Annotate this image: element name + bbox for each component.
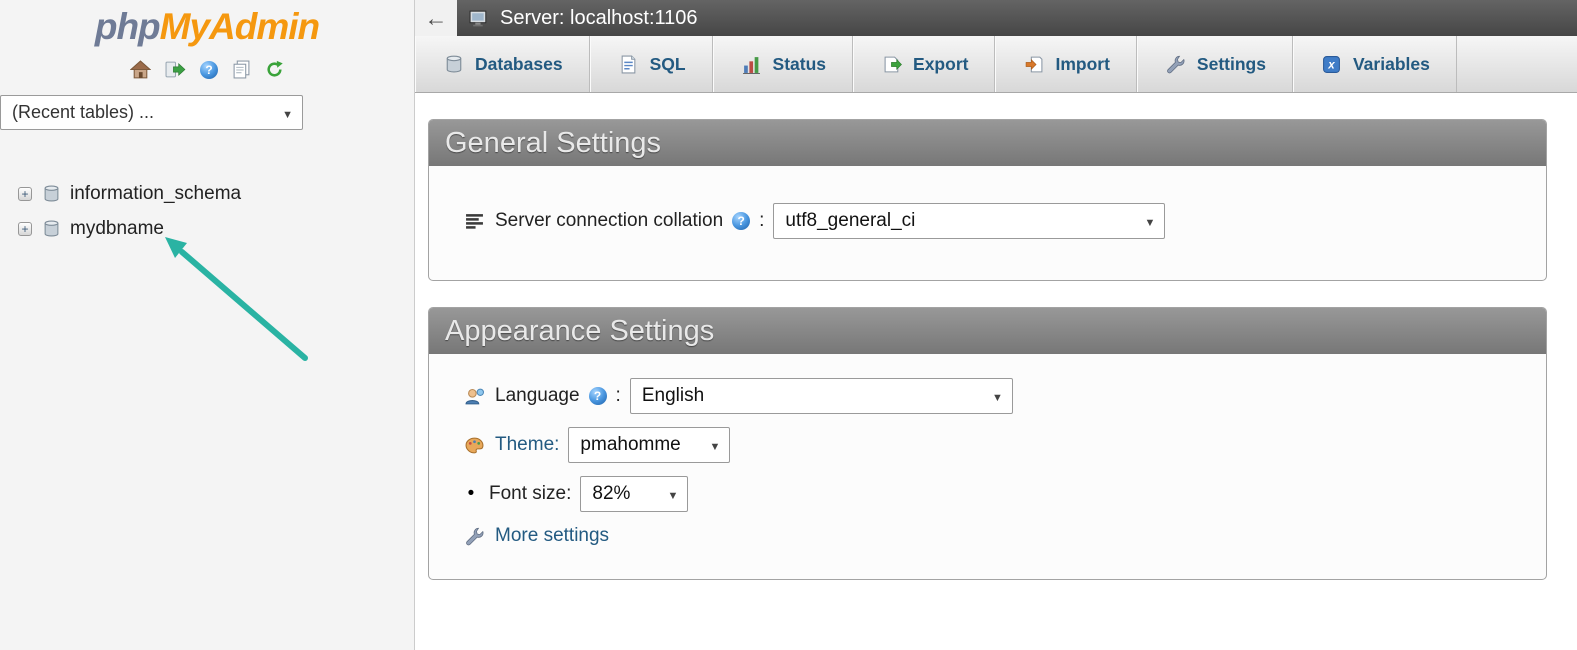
more-settings-link[interactable]: More settings [495, 525, 609, 547]
chevron-down-icon [978, 385, 1003, 407]
help-icon[interactable] [588, 387, 607, 405]
group-title: Appearance Settings [429, 308, 1546, 354]
logout-icon[interactable] [165, 61, 186, 78]
tree-item-mydbname: mydbname [18, 211, 414, 246]
database-tree: information_schema mydbname [18, 176, 414, 246]
theme-row: Theme: pmahomme [462, 427, 1526, 463]
theme-select[interactable]: pmahomme [568, 427, 731, 463]
logo-text-php: php [94, 6, 161, 47]
appearance-settings-group: Appearance Settings Language : [428, 307, 1547, 580]
collation-icon [462, 213, 486, 229]
database-icon [39, 185, 63, 202]
help-icon[interactable] [200, 60, 218, 79]
sidebar-toolbar [0, 60, 414, 79]
wrench-icon [462, 527, 486, 546]
chevron-down-icon [1131, 210, 1156, 232]
variables-icon: x [1320, 55, 1344, 74]
tree-item-label[interactable]: information_schema [70, 183, 241, 205]
sidebar: phpMyAdmin ? (Recent tables) ... ▼ + inf… [0, 0, 415, 650]
recent-tables-select[interactable]: (Recent tables) ... [0, 95, 303, 130]
theme-palette-icon [462, 437, 486, 454]
tab-variables[interactable]: x Variables [1292, 36, 1457, 92]
export-icon [880, 55, 904, 74]
font-size-row: • Font size: 82% [462, 476, 1526, 512]
database-icon [39, 220, 63, 237]
tab-label: Status [772, 53, 827, 74]
refresh-icon[interactable] [265, 60, 284, 79]
tree-item-label[interactable]: mydbname [70, 218, 164, 240]
tab-label: Import [1055, 53, 1110, 74]
server-breadcrumb: Server: localhost:1106 [457, 0, 1577, 36]
import-icon [1022, 55, 1046, 74]
chevron-down-icon [696, 434, 721, 456]
phpmyadmin-logo[interactable]: phpMyAdmin [0, 6, 414, 48]
font-size-value: 82% [592, 483, 631, 504]
collation-select[interactable]: utf8_general_ci [773, 203, 1166, 239]
server-topbar: ← Server: localhost:1106 [415, 0, 1577, 36]
status-chart-icon [740, 55, 764, 74]
tree-item-information-schema: information_schema [18, 176, 414, 211]
language-icon [462, 388, 486, 405]
tab-label: Settings [1196, 53, 1266, 74]
server-icon [467, 10, 491, 27]
back-arrow[interactable]: ← [415, 0, 457, 36]
language-row: Language : English [462, 378, 1526, 414]
font-size-label: Font size: [489, 483, 572, 504]
phpmyadmin-window: phpMyAdmin ? (Recent tables) ... ▼ + inf… [0, 0, 1577, 650]
more-settings-row: More settings [462, 525, 1526, 547]
tab-status[interactable]: Status [712, 36, 854, 92]
appearance-settings-body: Language : English [429, 354, 1546, 579]
collation-value: utf8_general_ci [785, 210, 916, 231]
bullet-marker: • [467, 483, 475, 504]
tab-label: Variables [1352, 53, 1430, 74]
chevron-down-icon [653, 483, 678, 505]
settings-content: General Settings Server connection colla… [415, 93, 1577, 580]
main-panel: ← Server: localhost:1106 Databases SQL S… [415, 0, 1577, 650]
tab-import[interactable]: Import [995, 36, 1137, 92]
wrench-icon [1164, 55, 1188, 74]
tab-settings[interactable]: Settings [1136, 36, 1293, 92]
expand-plus-icon[interactable] [18, 186, 32, 201]
tab-export[interactable]: Export [853, 36, 996, 92]
tab-databases[interactable]: Databases [415, 36, 590, 92]
general-settings-body: Server connection collation : utf8_gener… [429, 166, 1546, 280]
font-size-select[interactable]: 82% [580, 476, 689, 512]
tab-sql[interactable]: SQL [589, 36, 713, 92]
server-label: Server: localhost:1106 [500, 6, 698, 29]
theme-label: Theme: [495, 434, 560, 455]
theme-value: pmahomme [580, 434, 681, 455]
svg-text:x: x [1328, 58, 1336, 71]
colon-separator: : [615, 385, 621, 406]
colon-separator: : [759, 210, 765, 231]
database-icon [442, 55, 466, 73]
expand-plus-icon[interactable] [18, 221, 32, 236]
tab-bar: Databases SQL Status Export Import Setti… [415, 36, 1577, 93]
home-icon[interactable] [130, 60, 151, 79]
docs-icon[interactable] [232, 60, 251, 79]
language-label: Language [495, 385, 580, 406]
tab-label: SQL [649, 53, 686, 74]
tab-label: Export [913, 53, 969, 74]
recent-tables-value: (Recent tables) ... [12, 102, 155, 122]
collation-row: Server connection collation : utf8_gener… [462, 203, 1526, 239]
chevron-down-icon [268, 102, 293, 123]
sql-icon [617, 55, 641, 74]
general-settings-group: General Settings Server connection colla… [428, 119, 1547, 281]
help-icon[interactable] [732, 212, 751, 230]
language-select[interactable]: English [629, 378, 1013, 414]
tab-label: Databases [475, 53, 563, 74]
logo-text-myadmin: MyAdmin [159, 6, 320, 47]
group-title: General Settings [429, 120, 1546, 166]
language-value: English [641, 385, 705, 406]
collation-label: Server connection collation [495, 210, 724, 231]
